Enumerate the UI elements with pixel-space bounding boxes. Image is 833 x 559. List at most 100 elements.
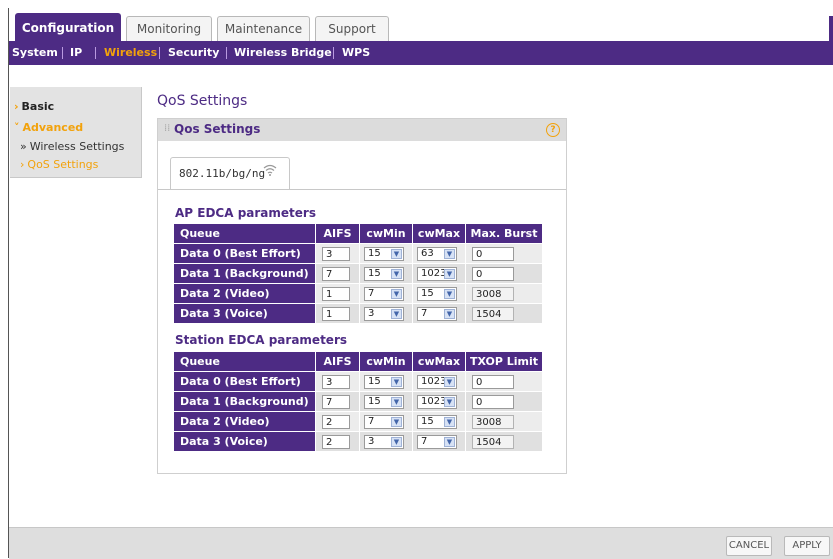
arrow-right-icon: › (20, 158, 25, 171)
column-header-cwmax: cwMax (412, 351, 466, 372)
nav-system[interactable]: System (12, 41, 58, 65)
aifs-cell: 3 (315, 243, 360, 264)
txop-limit-input[interactable]: 0 (472, 374, 514, 389)
aifs-input[interactable]: 2 (322, 414, 350, 429)
sidebar-item-advanced[interactable]: ˅ Advanced (14, 121, 83, 134)
column-header-queue: Queue (173, 223, 316, 244)
chevron-down-icon: ▼ (444, 376, 455, 387)
cwmin-select[interactable]: 7 ▼ (364, 286, 404, 301)
cwmin-select[interactable]: 15 ▼ (364, 374, 404, 389)
cwmax-cell: 15 ▼ (412, 411, 466, 432)
tab-configuration[interactable]: Configuration (15, 13, 121, 43)
select-value: 15 (421, 415, 434, 427)
column-header-cwmax: cwMax (412, 223, 466, 244)
queue-label: Data 3 (Voice) (173, 431, 316, 452)
cwmin-select[interactable]: 7 ▼ (364, 414, 404, 429)
cwmax-cell: 15 ▼ (412, 283, 466, 304)
max-burst-value: 3008 (472, 286, 514, 301)
select-value: 15 (368, 375, 381, 387)
nav-wps[interactable]: WPS (342, 41, 370, 65)
sidebar-item-basic[interactable]: › Basic (14, 100, 54, 113)
nav-wireless[interactable]: Wireless (104, 41, 157, 65)
cwmin-select[interactable]: 3 ▼ (364, 306, 404, 321)
cwmax-select[interactable]: 63 ▼ (417, 246, 457, 261)
double-arrow-icon: » (20, 140, 27, 153)
cwmin-select[interactable]: 15 ▼ (364, 394, 404, 409)
max-burst-cell: 0 (465, 243, 543, 264)
tab-maintenance[interactable]: Maintenance (217, 16, 310, 43)
header-edge-bar (829, 16, 833, 44)
cwmax-cell: 7 ▼ (412, 431, 466, 452)
cwmin-select[interactable]: 3 ▼ (364, 434, 404, 449)
column-header-txop-limit: TXOP Limit (465, 351, 543, 372)
select-value: 1023 (421, 267, 447, 279)
max-burst-input[interactable]: 0 (472, 266, 514, 281)
max-burst-cell: 0 (465, 263, 543, 284)
cwmax-select[interactable]: 1023 ▼ (417, 394, 457, 409)
aifs-cell: 7 (315, 391, 360, 412)
column-header-aifs: AIFS (315, 351, 360, 372)
tab-80211bgng[interactable]: 802.11b/bg/ng (170, 157, 290, 190)
cwmax-select[interactable]: 15 ▼ (417, 414, 457, 429)
aifs-input[interactable]: 3 (322, 374, 350, 389)
aifs-input[interactable]: 7 (322, 266, 350, 281)
nav-security[interactable]: Security (168, 41, 219, 65)
queue-label: Data 0 (Best Effort) (173, 243, 316, 264)
select-value: 1023 (421, 395, 447, 407)
apply-button[interactable]: APPLY (784, 536, 830, 556)
aifs-cell: 1 (315, 303, 360, 324)
cwmin-cell: 15 ▼ (359, 263, 413, 284)
cancel-button[interactable]: CANCEL (726, 536, 772, 556)
cwmin-select[interactable]: 15 ▼ (364, 266, 404, 281)
arrow-right-icon: › (14, 100, 19, 113)
nav-ip[interactable]: IP (70, 41, 82, 65)
cwmax-select[interactable]: 7 ▼ (417, 306, 457, 321)
aifs-input[interactable]: 3 (322, 246, 350, 261)
cwmin-select[interactable]: 15 ▼ (364, 246, 404, 261)
wifi-icon (263, 164, 277, 176)
select-value: 15 (421, 287, 434, 299)
table-row: Data 0 (Best Effort) 3 15 ▼ 1023 ▼ 0 (173, 371, 543, 392)
aifs-cell: 3 (315, 371, 360, 392)
cwmax-cell: 7 ▼ (412, 303, 466, 324)
chevron-down-icon: ▼ (444, 288, 455, 299)
nav-divider (62, 47, 63, 59)
tab-label: 802.11b/bg/ng (179, 167, 266, 180)
select-value: 1023 (421, 375, 447, 387)
sidebar-item-label: QoS Settings (27, 158, 99, 171)
panel-title: Qos Settings (174, 122, 261, 136)
chevron-down-icon: ▼ (391, 396, 402, 407)
help-icon[interactable]: ? (546, 123, 560, 137)
nav-divider (226, 47, 227, 59)
select-value: 63 (421, 247, 434, 259)
aifs-input[interactable]: 2 (322, 434, 350, 449)
chevron-down-icon: ▼ (391, 268, 402, 279)
nav-wireless-bridge[interactable]: Wireless Bridge (234, 41, 332, 65)
table-header-row: Queue AIFS cwMin cwMax Max. Burst (173, 223, 543, 244)
table-header-row: Queue AIFS cwMin cwMax TXOP Limit (173, 351, 543, 372)
aifs-cell: 2 (315, 431, 360, 452)
column-header-cwmin: cwMin (359, 223, 413, 244)
max-burst-value: 1504 (472, 306, 514, 321)
ap-edca-table: Queue AIFS cwMin cwMax Max. Burst Data 0… (173, 223, 543, 324)
aifs-input[interactable]: 7 (322, 394, 350, 409)
station-edca-table: Queue AIFS cwMin cwMax TXOP Limit Data 0… (173, 351, 543, 452)
nav-divider (159, 47, 160, 59)
column-header-aifs: AIFS (315, 223, 360, 244)
aifs-input[interactable]: 1 (322, 306, 350, 321)
table-row: Data 2 (Video) 2 7 ▼ 15 ▼ 3008 (173, 411, 543, 432)
sidebar-item-wireless-settings[interactable]: » Wireless Settings (20, 140, 124, 153)
cwmax-select[interactable]: 1023 ▼ (417, 374, 457, 389)
tab-monitoring[interactable]: Monitoring (126, 16, 212, 43)
txop-limit-input[interactable]: 0 (472, 394, 514, 409)
cwmin-cell: 3 ▼ (359, 303, 413, 324)
tab-support[interactable]: Support (315, 16, 389, 43)
cwmax-select[interactable]: 7 ▼ (417, 434, 457, 449)
aifs-input[interactable]: 1 (322, 286, 350, 301)
select-value: 15 (368, 395, 381, 407)
cwmax-cell: 63 ▼ (412, 243, 466, 264)
cwmax-select[interactable]: 1023 ▼ (417, 266, 457, 281)
max-burst-input[interactable]: 0 (472, 246, 514, 261)
sidebar-item-qos-settings[interactable]: › QoS Settings (20, 158, 98, 171)
cwmax-select[interactable]: 15 ▼ (417, 286, 457, 301)
